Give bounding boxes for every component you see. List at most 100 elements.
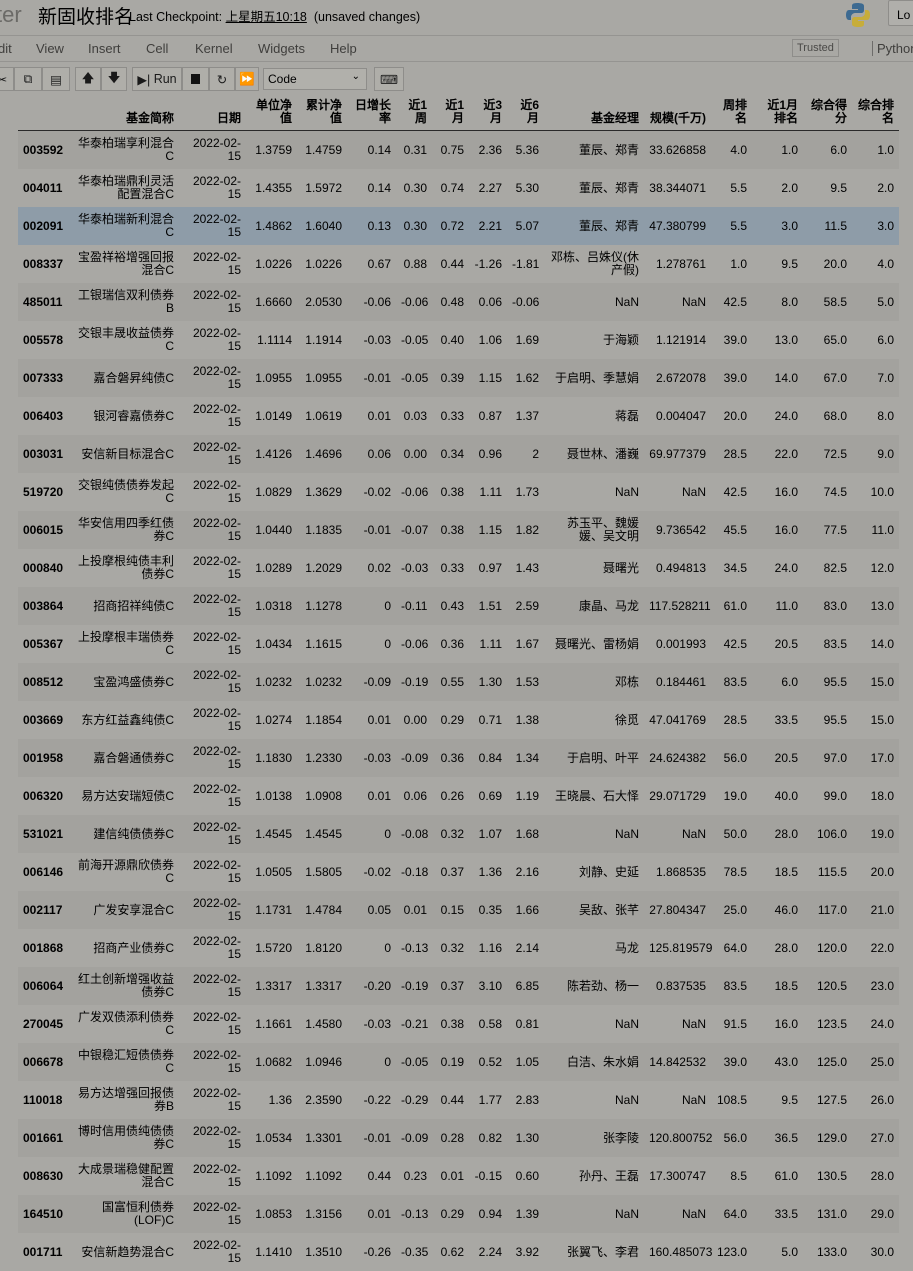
table-row: 006403 银河睿嘉债券C 2022-02-15 1.0149 1.0619 0.01 0… <box>18 397 899 435</box>
cell-date: 2022-02-15 <box>192 516 241 543</box>
restart-run-all-button[interactable]: ⏩ <box>235 67 259 91</box>
cell-3month-return: 1.15 <box>478 522 502 537</box>
cell-cumulative-nav: 1.5972 <box>305 180 342 195</box>
cell-week-rank: 50.0 <box>723 826 747 841</box>
command-palette-button[interactable]: ⌨ <box>374 67 404 91</box>
cell-unit-nav: 1.0829 <box>255 484 292 499</box>
column-header-composite-score: 综合得分 <box>810 98 847 125</box>
cell-daily-growth: 0.02 <box>367 560 391 575</box>
cell-composite-rank: 8.0 <box>877 408 894 423</box>
cell-manager: 聂世林、潘巍 <box>566 446 639 461</box>
cell-daily-growth: -0.26 <box>363 1244 391 1259</box>
menu-help[interactable]: Help <box>330 41 357 56</box>
column-header-index <box>18 93 70 131</box>
cell-daily-growth: -0.03 <box>363 1016 391 1031</box>
paste-button[interactable]: ▤ <box>42 67 70 91</box>
column-header-month-rank: 近1月排名 <box>767 98 798 125</box>
python-logo-icon <box>846 3 870 27</box>
cell-manager: NaN <box>614 1016 639 1031</box>
cell-index: 001868 <box>23 940 64 955</box>
menu-kernel[interactable]: Kernel <box>195 41 233 56</box>
cell-month-rank: 2.0 <box>781 180 798 195</box>
cell-month-rank: 33.5 <box>774 1206 798 1221</box>
cell-type-select[interactable]: Code ⌄ <box>263 68 367 90</box>
cell-cumulative-nav: 1.8120 <box>305 940 342 955</box>
notebook-header: ter 新固收排名 Last Checkpoint: 上星期五10:18 (un… <box>0 0 913 36</box>
cell-month-return: 0.36 <box>440 750 464 765</box>
cell-3month-return: 1.51 <box>478 598 502 613</box>
cell-week-return: -0.11 <box>401 598 428 613</box>
interrupt-button[interactable] <box>182 67 209 91</box>
restart-button[interactable]: ↻ <box>209 67 235 91</box>
cell-month-rank: 16.0 <box>774 522 798 537</box>
cell-composite-rank: 29.0 <box>870 1206 894 1221</box>
cell-week-rank: 108.5 <box>716 1092 747 1107</box>
checkpoint-time: 上星期五10:18 <box>225 10 307 24</box>
cell-date: 2022-02-15 <box>192 402 241 429</box>
cell-3month-return: 0.82 <box>478 1130 502 1145</box>
cell-month-rank: 40.0 <box>774 788 798 803</box>
cell-3month-return: 1.11 <box>479 484 502 499</box>
cell-3month-return: 0.35 <box>478 902 502 917</box>
menu-widgets[interactable]: Widgets <box>258 41 305 56</box>
cell-daily-growth: 0 <box>384 940 391 955</box>
table-row: 006015 华安信用四季红债券C 2022-02-15 1.0440 1.1835 -0… <box>18 511 899 549</box>
table-row: 001868 招商产业债券C 2022-02-15 1.5720 1.8120 0 -0.1… <box>18 929 899 967</box>
menu-cell[interactable]: Cell <box>146 41 168 56</box>
cell-scale: 1.868535 <box>655 864 706 879</box>
cell-week-return: -0.19 <box>401 978 429 993</box>
copy-button[interactable]: ⧉ <box>14 67 42 91</box>
cell-date: 2022-02-15 <box>192 668 241 695</box>
column-header-daily-growth: 日增长率 <box>354 98 391 125</box>
cell-index: 006320 <box>23 788 64 803</box>
cell-manager: NaN <box>614 826 639 841</box>
kernel-indicator: Python <box>872 41 913 56</box>
table-row: 004011 华泰柏瑞鼎利灵活配置混合C 2022-02-15 1.4355 1.597… <box>18 169 899 207</box>
cell-month-rank: 20.5 <box>774 750 798 765</box>
cell-3month-return: 1.30 <box>478 674 502 689</box>
cell-scale: NaN <box>681 1206 706 1221</box>
cell-3month-return: 1.07 <box>478 826 502 841</box>
cell-scale: 0.494813 <box>655 560 706 575</box>
cell-daily-growth: 0.01 <box>367 1206 391 1221</box>
cell-cumulative-nav: 1.1278 <box>305 598 342 613</box>
cell-index: 002091 <box>23 218 64 233</box>
cell-6month-return: 2.83 <box>515 1092 539 1107</box>
cell-week-rank: 64.0 <box>723 940 747 955</box>
cell-week-rank: 45.5 <box>723 522 747 537</box>
cell-composite-rank: 19.0 <box>870 826 894 841</box>
menu-edit[interactable]: dit <box>0 41 12 56</box>
cell-6month-return: 1.62 <box>515 370 539 385</box>
menu-view[interactable]: View <box>36 41 64 56</box>
cell-daily-growth: 0 <box>384 636 391 651</box>
logout-button[interactable]: Lo <box>888 0 913 26</box>
menu-insert[interactable]: Insert <box>88 41 121 56</box>
cut-button[interactable]: ✂ <box>0 67 14 91</box>
table-row: 008630 大成景瑞稳健配置混合C 2022-02-15 1.1092 1.1092 0… <box>18 1157 899 1195</box>
cell-week-return: 0.06 <box>403 788 427 803</box>
cell-index: 007333 <box>23 370 64 385</box>
cell-week-return: -0.06 <box>401 294 429 309</box>
cell-date: 2022-02-15 <box>192 174 241 201</box>
cell-daily-growth: 0.05 <box>367 902 391 917</box>
trusted-badge[interactable]: Trusted <box>792 39 839 57</box>
cell-3month-return: 1.06 <box>478 332 502 347</box>
cell-composite-score: 97.0 <box>823 750 847 765</box>
cell-6month-return: -0.06 <box>512 294 540 309</box>
cell-composite-score: 117.0 <box>817 902 847 917</box>
cell-week-rank: 39.0 <box>723 332 747 347</box>
notebook-title[interactable]: 新固收排名 <box>38 2 133 29</box>
table-row: 001711 安信新趋势混合C 2022-02-15 1.1410 1.3510 -0.2… <box>18 1233 899 1271</box>
cell-scale: 9.736542 <box>655 522 706 537</box>
cell-3month-return: 1.36 <box>478 864 502 879</box>
move-up-button[interactable]: 🡅 <box>75 67 101 91</box>
unsaved-indicator: (unsaved changes) <box>313 10 421 24</box>
cell-week-rank: 78.5 <box>723 864 747 879</box>
jupyter-logo[interactable]: ter <box>0 2 22 28</box>
cell-month-return: 0.72 <box>440 218 464 233</box>
cell-composite-rank: 10.0 <box>870 484 894 499</box>
cell-manager: NaN <box>614 484 639 499</box>
run-button[interactable]: ▶| Run <box>132 67 182 91</box>
move-down-button[interactable]: 🡇 <box>101 67 127 91</box>
cell-daily-growth: -0.22 <box>363 1092 391 1107</box>
